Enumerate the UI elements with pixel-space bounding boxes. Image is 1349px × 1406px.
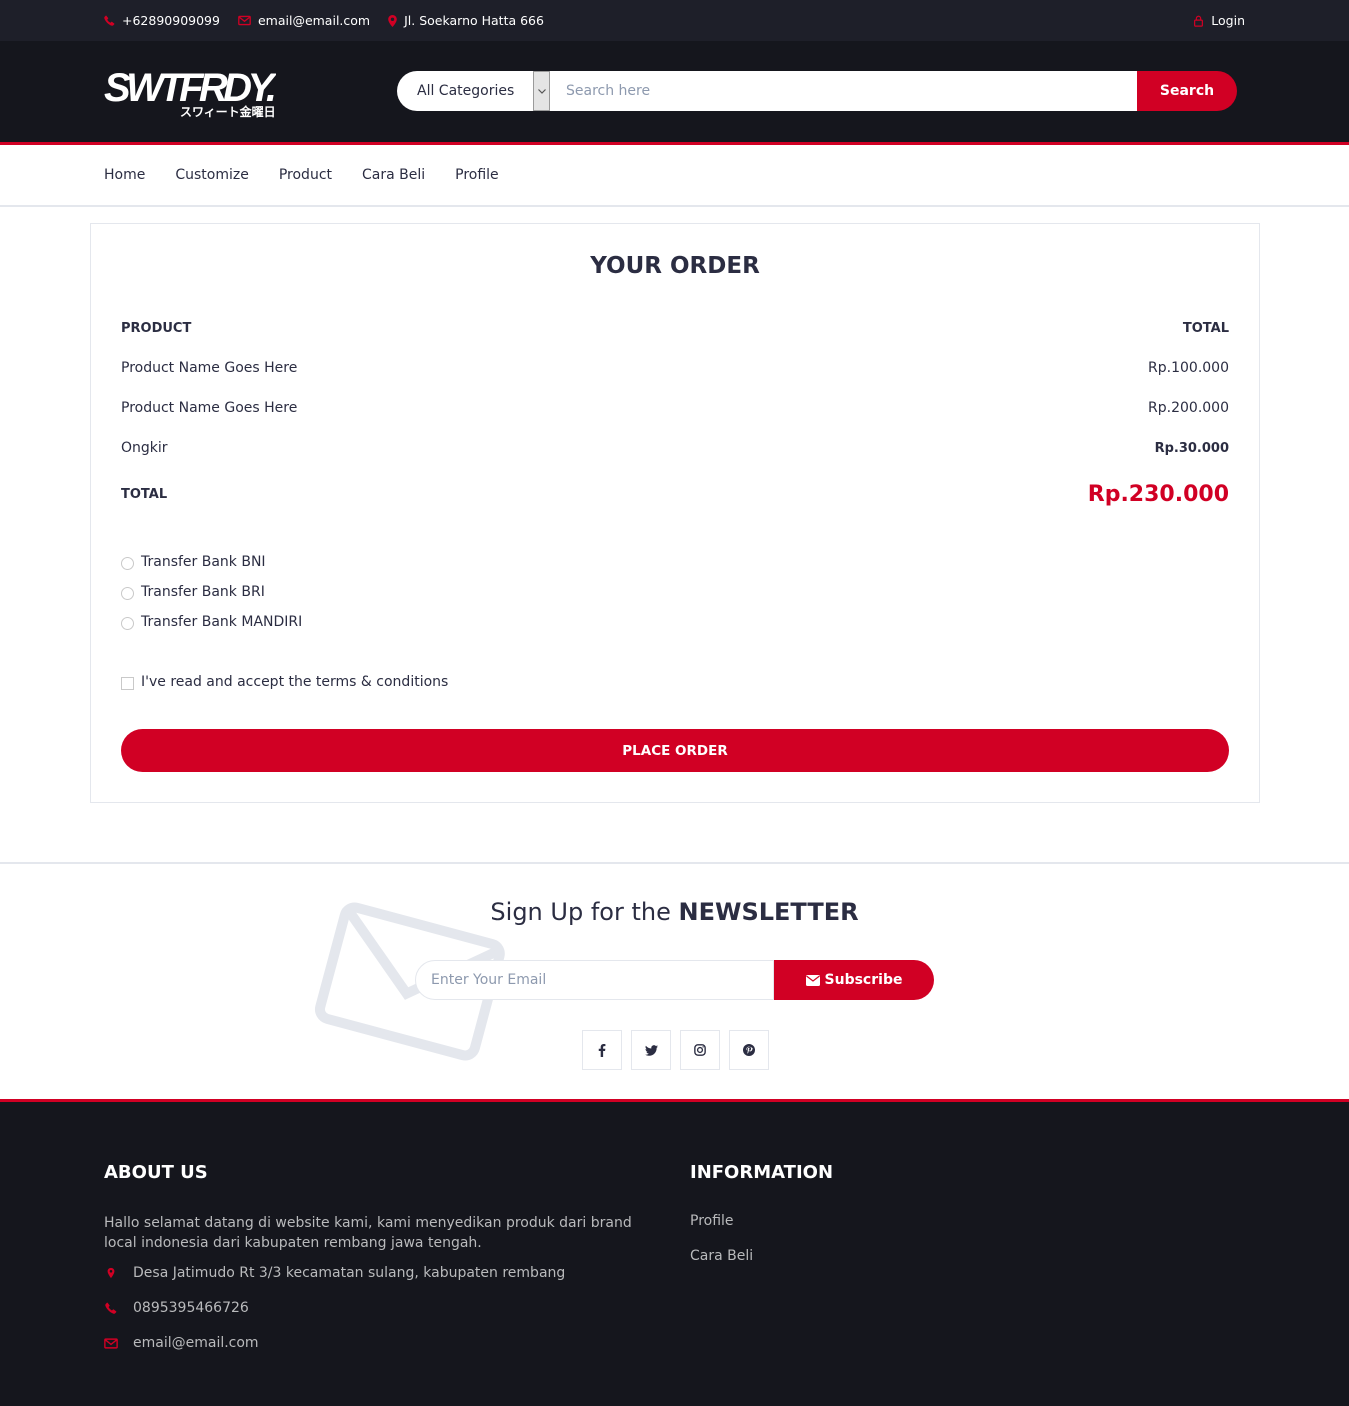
newsletter-section: Sign Up for the NEWSLETTER Subscribe bbox=[0, 862, 1349, 1099]
map-marker-icon bbox=[388, 14, 397, 27]
svg-text:スワィート金曜日: スワィート金曜日 bbox=[180, 104, 276, 119]
facebook-icon[interactable] bbox=[582, 1030, 622, 1070]
header-phone-text: +62890909099 bbox=[122, 13, 220, 28]
footer: ABOUT US Hallo selamat datang di website… bbox=[0, 1099, 1349, 1406]
total-price: Rp.230.000 bbox=[1087, 482, 1229, 507]
newsletter-email-input[interactable] bbox=[415, 960, 774, 1000]
map-marker-icon bbox=[107, 1267, 115, 1279]
order-title: YOUR ORDER bbox=[590, 253, 760, 279]
nav-item-home[interactable]: Home bbox=[104, 167, 145, 183]
envelope-icon bbox=[805, 974, 820, 986]
nav-item-product[interactable]: Product bbox=[279, 167, 332, 183]
search-form: All Categories Search bbox=[397, 71, 1237, 111]
payment-radio[interactable] bbox=[121, 556, 134, 570]
footer-email-text: email@email.com bbox=[133, 1335, 259, 1351]
newsletter-title: Sign Up for the NEWSLETTER bbox=[0, 898, 1349, 926]
order-item-row: Product Name Goes Here Rp.200.000 bbox=[121, 400, 1229, 416]
payment-label: Transfer Bank BNI bbox=[141, 554, 266, 570]
newsletter-title-bold: NEWSLETTER bbox=[678, 898, 859, 926]
category-select[interactable]: All Categories bbox=[397, 71, 550, 111]
phone-icon bbox=[105, 1302, 117, 1314]
terms-row[interactable]: I've read and accept the terms & conditi… bbox=[121, 674, 448, 690]
login-label: Login bbox=[1211, 13, 1245, 28]
footer-link-profile[interactable]: Profile bbox=[690, 1213, 833, 1233]
footer-address-text: Desa Jatimudo Rt 3/3 kecamatan sulang, k… bbox=[133, 1265, 566, 1281]
order-item-row: Product Name Goes Here Rp.100.000 bbox=[121, 360, 1229, 376]
payment-label: Transfer Bank BRI bbox=[141, 584, 265, 600]
instagram-icon[interactable] bbox=[680, 1030, 720, 1070]
header-email[interactable]: email@email.com bbox=[238, 13, 370, 28]
header-address[interactable]: Jl. Soekarno Hatta 666 bbox=[388, 13, 544, 28]
payment-option-bri[interactable]: Transfer Bank BRI bbox=[121, 584, 265, 600]
subscribe-button[interactable]: Subscribe bbox=[774, 960, 934, 1000]
payment-label: Transfer Bank MANDIRI bbox=[141, 614, 303, 630]
order-summary: YOUR ORDER PRODUCT TOTAL Product Name Go… bbox=[90, 223, 1260, 803]
order-item-price: Rp.200.000 bbox=[1148, 400, 1229, 416]
subscribe-label: Subscribe bbox=[824, 972, 903, 988]
order-item-price: Rp.100.000 bbox=[1148, 360, 1229, 376]
top-header: +62890909099 email@email.com Jl. Soekarn… bbox=[0, 0, 1349, 41]
twitter-icon[interactable] bbox=[631, 1030, 671, 1070]
footer-about-text: Hallo selamat datang di website kami, ka… bbox=[104, 1215, 632, 1251]
footer-email[interactable]: email@email.com bbox=[104, 1333, 644, 1353]
payment-radio[interactable] bbox=[121, 586, 134, 600]
column-product: PRODUCT bbox=[121, 321, 192, 336]
payment-radio[interactable] bbox=[121, 616, 134, 630]
nav-item-profile[interactable]: Profile bbox=[455, 167, 499, 183]
main-header: SWTFRDY. スワィート金曜日 All Categories Search bbox=[0, 41, 1349, 142]
header-phone[interactable]: +62890909099 bbox=[104, 13, 220, 28]
search-button[interactable]: Search bbox=[1137, 71, 1237, 111]
header-address-text: Jl. Soekarno Hatta 666 bbox=[404, 13, 544, 28]
payment-option-bni[interactable]: Transfer Bank BNI bbox=[121, 554, 266, 570]
shipping-label: Ongkir bbox=[121, 440, 168, 456]
chevron-down-icon[interactable] bbox=[533, 71, 550, 111]
envelope-icon bbox=[104, 1337, 118, 1349]
footer-phone-text: 0895395466726 bbox=[133, 1300, 249, 1316]
newsletter-title-prefix: Sign Up for the bbox=[490, 898, 679, 926]
order-item-name: Product Name Goes Here bbox=[121, 360, 298, 376]
svg-text:SWTFRDY.: SWTFRDY. bbox=[104, 66, 276, 110]
footer-about: ABOUT US Hallo selamat datang di website… bbox=[104, 1162, 644, 1353]
login-link[interactable]: Login bbox=[1193, 13, 1245, 28]
terms-checkbox[interactable] bbox=[121, 676, 134, 690]
main-navigation: Home Customize Product Cara Beli Profile bbox=[0, 145, 1349, 207]
order-item-name: Product Name Goes Here bbox=[121, 400, 298, 416]
payment-option-mandiri[interactable]: Transfer Bank MANDIRI bbox=[121, 614, 302, 630]
place-order-button[interactable]: PLACE ORDER bbox=[121, 729, 1229, 772]
header-email-text: email@email.com bbox=[257, 13, 371, 28]
social-links bbox=[582, 1030, 778, 1070]
category-selected: All Categories bbox=[417, 83, 515, 99]
footer-phone[interactable]: 0895395466726 bbox=[104, 1298, 644, 1318]
brand-logo[interactable]: SWTFRDY. スワィート金曜日 bbox=[104, 65, 276, 119]
newsletter-form: Subscribe bbox=[415, 960, 934, 1000]
phone-icon bbox=[104, 15, 115, 26]
total-row: TOTAL Rp.230.000 bbox=[121, 482, 1229, 507]
total-label: TOTAL bbox=[121, 487, 168, 502]
search-input[interactable] bbox=[550, 71, 1137, 111]
shipping-row: Ongkir Rp.30.000 bbox=[121, 440, 1229, 456]
terms-label: I've read and accept the terms & conditi… bbox=[141, 674, 449, 690]
shipping-price: Rp.30.000 bbox=[1154, 440, 1229, 456]
pinterest-icon[interactable] bbox=[729, 1030, 769, 1070]
user-icon bbox=[1194, 15, 1204, 27]
footer-info-title: INFORMATION bbox=[690, 1162, 834, 1183]
nav-item-customize[interactable]: Customize bbox=[175, 167, 249, 183]
footer-information: INFORMATION Profile Cara Beli bbox=[690, 1162, 833, 1283]
order-table-header: PRODUCT TOTAL bbox=[121, 321, 1229, 336]
column-total: TOTAL bbox=[1182, 321, 1229, 336]
footer-about-title: ABOUT US bbox=[104, 1162, 208, 1183]
footer-link-cara-beli[interactable]: Cara Beli bbox=[690, 1248, 833, 1268]
envelope-icon bbox=[238, 15, 251, 26]
nav-item-cara-beli[interactable]: Cara Beli bbox=[362, 167, 425, 183]
nav-list: Home Customize Product Cara Beli Profile bbox=[104, 145, 529, 205]
footer-address[interactable]: Desa Jatimudo Rt 3/3 kecamatan sulang, k… bbox=[104, 1263, 644, 1283]
